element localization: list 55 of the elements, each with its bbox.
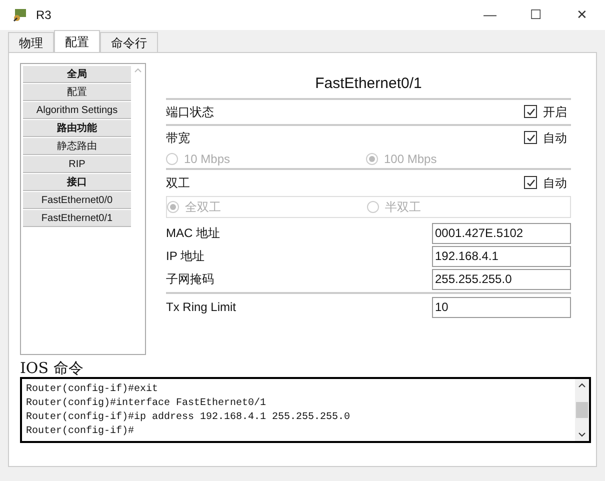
- input-field[interactable]: 10: [432, 296, 571, 318]
- checkbox[interactable]: [524, 105, 537, 118]
- field-label: 带宽: [166, 130, 190, 146]
- sidebar-item[interactable]: 接口: [23, 174, 131, 191]
- radio-button[interactable]: [366, 152, 378, 164]
- sidebar-item[interactable]: RIP: [23, 156, 131, 173]
- checkbox-label: 自动: [543, 130, 567, 146]
- console-line: Router(config-if)#exit: [26, 383, 160, 397]
- scroll-thumb[interactable]: [576, 402, 588, 418]
- checkbox[interactable]: [524, 176, 537, 189]
- window-control[interactable]: —: [467, 0, 513, 30]
- checkbox[interactable]: [524, 131, 537, 144]
- scrollbar[interactable]: [575, 379, 589, 441]
- field-label: Tx Ring Limit: [166, 299, 236, 316]
- radio-label: 100 Mbps: [384, 150, 437, 168]
- input-field[interactable]: 0001.427E.5102: [432, 222, 571, 244]
- router-icon: [12, 8, 28, 22]
- sidebar-item[interactable]: 静态路由: [23, 138, 131, 155]
- window-control[interactable]: ✕: [559, 0, 605, 30]
- console-line: Router(config-if)#ip address 192.168.4.1 255.255.255.0: [26, 411, 352, 425]
- field-label: 双工: [166, 174, 190, 192]
- panel-title: FastEthernet0/1: [166, 73, 571, 100]
- tab[interactable]: 配置: [54, 30, 100, 52]
- input-field[interactable]: 255.255.255.0: [432, 268, 571, 290]
- scroll-up-icon[interactable]: [578, 382, 586, 388]
- tab[interactable]: 物理: [8, 32, 54, 52]
- radio-button[interactable]: [167, 200, 179, 212]
- sidebar-item[interactable]: 路由功能: [23, 120, 131, 137]
- sidebar-item[interactable]: FastEthernet0/0: [23, 192, 131, 209]
- sidebar-item[interactable]: 配置: [23, 84, 131, 101]
- input-field[interactable]: 192.168.4.1: [432, 246, 571, 266]
- check-icon: [526, 106, 536, 116]
- checkbox-label: 开启: [543, 104, 567, 120]
- checkbox-label: 自动: [543, 174, 567, 192]
- radio-button[interactable]: [166, 152, 178, 164]
- window-title: R3: [36, 7, 52, 24]
- field-label: 端口状态: [166, 104, 214, 120]
- sidebar-item[interactable]: FastEthernet0/1: [23, 210, 131, 227]
- radio-label: 半双工: [385, 198, 421, 216]
- tab[interactable]: 命令行: [100, 32, 158, 52]
- field-label: MAC 地址: [166, 225, 220, 242]
- scroll-down-icon[interactable]: [578, 432, 586, 438]
- console-line: Router(config)#interface FastEthernet0/1: [26, 397, 268, 411]
- window-control[interactable]: ☐: [513, 0, 559, 30]
- check-icon: [526, 132, 536, 142]
- radio-label: 全双工: [185, 198, 221, 216]
- field-label: IP 地址: [166, 248, 204, 265]
- sidebar-item[interactable]: Algorithm Settings: [23, 102, 131, 119]
- radio-label: 10 Mbps: [184, 150, 230, 168]
- sidebar-item[interactable]: 全局: [23, 66, 131, 83]
- section-title: IOS 命令: [20, 359, 84, 377]
- check-icon: [526, 178, 536, 188]
- radio-button[interactable]: [367, 200, 379, 212]
- console-line: Router(config-if)#: [26, 425, 136, 439]
- field-label: 子网掩码: [166, 271, 214, 288]
